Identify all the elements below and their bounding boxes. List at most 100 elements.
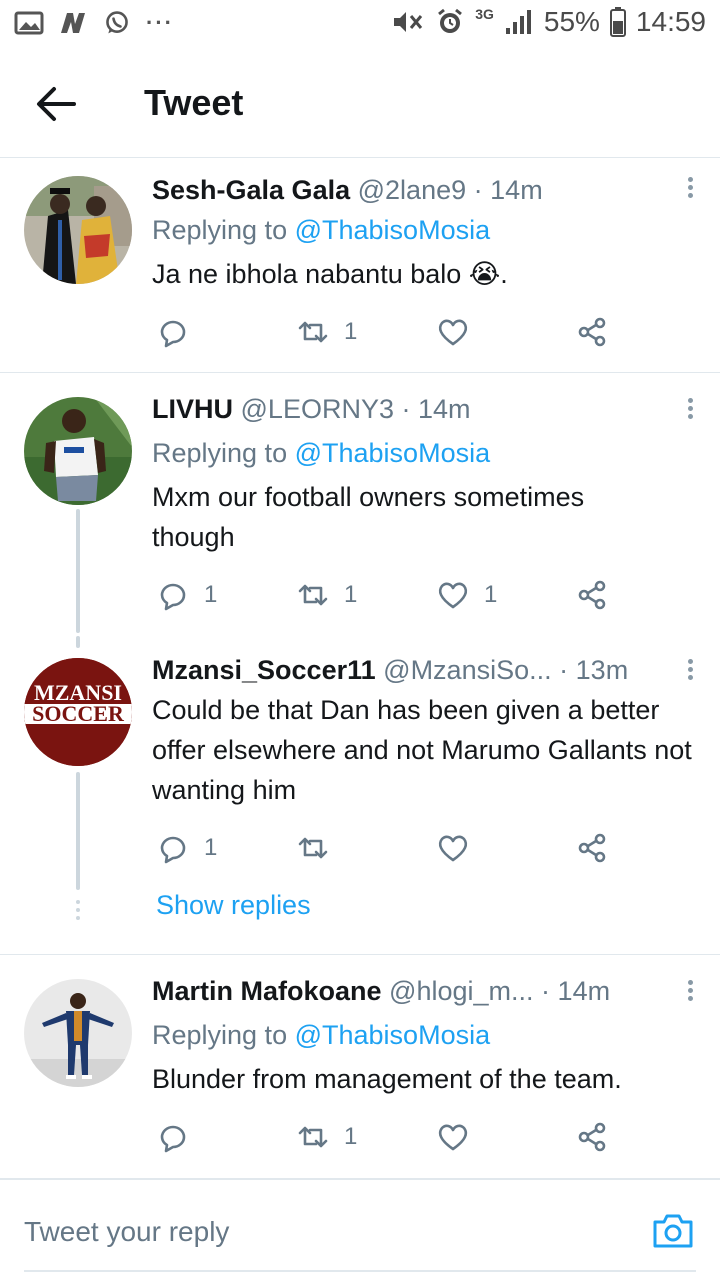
image-icon — [14, 11, 44, 35]
avatar[interactable] — [24, 176, 132, 284]
avatar[interactable]: MZANSI SOCCER — [24, 658, 132, 766]
like-button[interactable] — [436, 1117, 484, 1157]
tweet-text: Mxm our football owners sometimes though — [152, 482, 585, 552]
like-button[interactable]: 1 — [436, 575, 497, 615]
display-name[interactable]: Sesh-Gala Gala — [152, 175, 350, 205]
tweet-meta: LIVHU @LEORNY3 · 14m — [152, 389, 700, 429]
tweet-actions: 1 — [152, 828, 700, 868]
replying-to: Replying to @ThabisoMosia — [152, 1015, 700, 1055]
tweet-meta: Martin Mafokoane @hlogi_m... · 14m — [152, 971, 700, 1011]
retweet-icon — [298, 837, 328, 859]
tweet-text: Blunder from management of the team. — [152, 1064, 622, 1094]
retweet-button[interactable] — [296, 828, 344, 868]
mention-link[interactable]: @ThabisoMosia — [295, 1020, 491, 1050]
mention-link[interactable]: @ThabisoMosia — [295, 438, 491, 468]
heart-icon — [438, 582, 468, 609]
display-name[interactable]: Mzansi_Soccer11 — [152, 655, 376, 685]
reply-button[interactable] — [156, 1117, 204, 1157]
notification-icons: ··· — [14, 10, 174, 36]
username[interactable]: @2lane9 — [358, 175, 467, 205]
arrow-left-icon[interactable] — [36, 86, 76, 122]
share-icon — [578, 1122, 606, 1152]
retweet-button[interactable]: 1 — [296, 575, 357, 615]
reply-icon — [160, 1125, 186, 1153]
timestamp[interactable]: 14m — [490, 175, 543, 205]
reply-icon — [160, 320, 186, 348]
reply-button[interactable] — [156, 312, 204, 352]
share-icon — [578, 580, 606, 610]
reply-compose-bar — [0, 1178, 720, 1280]
replying-to: Replying to @ThabisoMosia — [152, 210, 700, 250]
like-count: 1 — [484, 581, 498, 608]
reply-button[interactable]: 1 — [156, 828, 217, 868]
tweet-reply[interactable]: Martin Mafokoane @hlogi_m... · 14m Reply… — [0, 955, 720, 1177]
tweet-meta: Mzansi_Soccer11 @MzansiSo... · 13m — [152, 650, 700, 690]
whatsapp-icon — [106, 11, 128, 34]
battery-percent: 55% — [543, 6, 600, 37]
news-icon — [61, 13, 85, 33]
tweet-actions: 1 — [152, 312, 700, 352]
username[interactable]: @MzansiSo... — [383, 655, 551, 685]
tweet-reply[interactable]: LIVHU @LEORNY3 · 14m Replying to @Thabis… — [0, 373, 720, 635]
retweet-icon — [298, 1126, 328, 1148]
like-button[interactable] — [436, 828, 484, 868]
alarm-icon — [438, 8, 463, 33]
reply-count: 1 — [204, 581, 218, 608]
more-options-icon[interactable] — [684, 395, 696, 425]
timestamp[interactable]: 13m — [576, 655, 629, 685]
share-button[interactable] — [576, 575, 610, 615]
top-app-bar: Tweet — [0, 52, 720, 158]
retweet-count: 1 — [344, 581, 358, 608]
network-type: 3G — [475, 6, 494, 22]
tweet-text: Could be that Dan has been given a bette… — [152, 695, 692, 805]
like-button[interactable] — [436, 312, 484, 352]
display-name[interactable]: Martin Mafokoane — [152, 976, 382, 1006]
reply-icon — [160, 583, 186, 611]
battery-icon — [609, 7, 626, 37]
timestamp[interactable]: 14m — [558, 976, 611, 1006]
display-name[interactable]: LIVHU — [152, 394, 233, 424]
reply-count: 1 — [204, 834, 218, 861]
page-title: Tweet — [144, 82, 244, 123]
tweet-reply[interactable]: MZANSI SOCCER Mzansi_Soccer11 @MzansiSo.… — [0, 636, 720, 946]
replying-to-label: Replying to — [152, 438, 288, 468]
share-button[interactable] — [576, 1117, 610, 1157]
tweet-actions: 1 1 1 — [152, 575, 700, 615]
heart-icon — [438, 835, 468, 862]
replying-to-label: Replying to — [152, 1020, 288, 1050]
reply-input[interactable] — [24, 1210, 584, 1254]
avatar-text: SOCCER — [32, 701, 125, 726]
more-options-icon[interactable] — [684, 174, 696, 204]
avatar[interactable] — [24, 397, 132, 505]
input-underline — [24, 1270, 696, 1272]
camera-icon[interactable] — [652, 1210, 694, 1250]
tweet-actions: 1 — [152, 1117, 700, 1157]
replying-to-label: Replying to — [152, 215, 288, 245]
retweet-button[interactable]: 1 — [296, 1117, 357, 1157]
clock: 14:59 — [635, 6, 706, 37]
tweet-reply[interactable]: Sesh-Gala Gala @2lane9 · 14m Replying to… — [0, 160, 720, 372]
retweet-count: 1 — [344, 1123, 358, 1150]
timestamp[interactable]: 14m — [418, 394, 471, 424]
show-replies-link[interactable]: Show replies — [156, 890, 311, 921]
retweet-button[interactable]: 1 — [296, 312, 357, 352]
reply-button[interactable]: 1 — [156, 575, 217, 615]
avatar[interactable] — [24, 979, 132, 1087]
mute-vibrate-icon — [394, 12, 423, 32]
retweet-icon — [298, 321, 328, 343]
thread-connector — [76, 772, 80, 890]
mention-link[interactable]: @ThabisoMosia — [295, 215, 491, 245]
more-options-icon[interactable] — [684, 977, 696, 1007]
separator-dot: · — [473, 175, 483, 205]
tweet-meta: Sesh-Gala Gala @2lane9 · 14m — [152, 170, 700, 210]
username[interactable]: @hlogi_m... — [389, 976, 533, 1006]
more-options-icon[interactable] — [684, 656, 696, 686]
share-button[interactable] — [576, 828, 610, 868]
share-button[interactable] — [576, 312, 610, 352]
retweet-icon — [298, 584, 328, 606]
more-notifications-icon: ··· — [146, 10, 174, 35]
tweet-text: Ja ne ibhola nabantu balo 😭. — [152, 259, 508, 289]
separator-dot: · — [541, 976, 551, 1006]
username[interactable]: @LEORNY3 — [241, 394, 394, 424]
status-bar: ··· 3G 55% 14:59 — [0, 0, 720, 50]
